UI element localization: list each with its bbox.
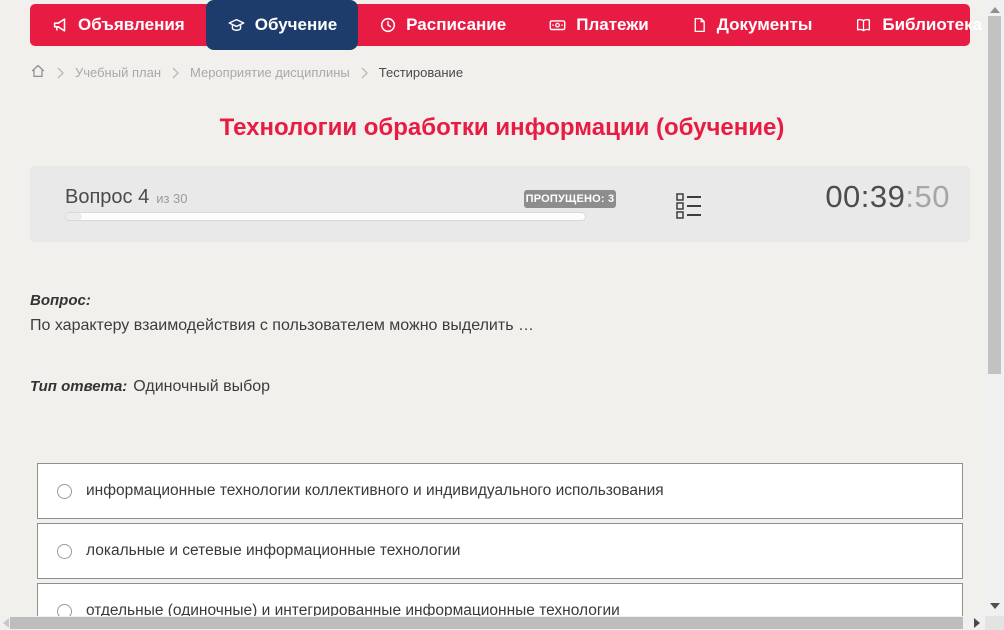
timer-seconds: :50 <box>905 179 950 214</box>
test-progress-bar <box>65 212 586 221</box>
question-label: Вопрос: <box>30 292 91 309</box>
answer-type-label: Тип ответа: <box>30 378 128 395</box>
breadcrumb-item-curriculum[interactable]: Учебный план <box>75 65 161 80</box>
answer-type-value: Одиночный выбор <box>133 378 271 395</box>
vertical-scrollbar-thumb[interactable] <box>988 16 1001 374</box>
breadcrumb-separator-icon <box>57 67 64 79</box>
timer: 00:39:50 <box>825 179 950 215</box>
radio-button[interactable] <box>57 543 72 559</box>
breadcrumb-separator-icon <box>361 67 368 79</box>
main-nav: Объявления Обучение Расписание Платежи Д… <box>30 0 1003 50</box>
breadcrumb-item-testing: Тестирование <box>378 65 464 80</box>
megaphone-icon <box>51 16 69 34</box>
scrollbar-corner <box>985 616 1004 630</box>
timer-minutes: 00:39 <box>825 179 906 214</box>
nav-items: Объявления Обучение Расписание Платежи Д… <box>30 0 1003 50</box>
question-header-panel: Вопрос 4 из 30 ПРОПУЩЕНО: 3 00:39:50 <box>30 166 970 242</box>
horizontal-scrollbar-thumb[interactable] <box>10 617 963 629</box>
answer-options: информационные технологии коллективного … <box>37 463 963 630</box>
vertical-scrollbar[interactable] <box>985 0 1004 616</box>
page-title: Технологии обработки информации (обучени… <box>219 114 785 141</box>
document-icon <box>691 16 708 34</box>
breadcrumb-item-discipline-event[interactable]: Мероприятие дисциплины <box>190 65 350 80</box>
question-counter: Вопрос 4 из 30 <box>65 186 188 209</box>
answer-type: Тип ответа: Одиночный выбор <box>30 378 270 396</box>
answer-option-2[interactable]: локальные и сетевые информационные техно… <box>37 523 963 579</box>
nav-item-payments[interactable]: Платежи <box>527 0 670 50</box>
banknote-icon <box>548 16 567 34</box>
skipped-badge: ПРОПУЩЕНО: 3 <box>524 190 616 208</box>
nav-item-schedule[interactable]: Расписание <box>358 0 527 50</box>
test-progress-fill <box>66 213 82 220</box>
open-book-icon <box>854 16 873 34</box>
question-list-icon[interactable] <box>676 191 702 225</box>
answer-option-label: информационные технологии коллективного … <box>86 482 664 499</box>
breadcrumb: Учебный план Мероприятие дисциплины Тест… <box>30 63 463 82</box>
nav-item-documents[interactable]: Документы <box>670 0 834 50</box>
question-number: Вопрос 4 <box>65 186 150 208</box>
scroll-left-arrow-icon[interactable] <box>3 618 9 628</box>
radio-button[interactable] <box>57 483 72 499</box>
scroll-right-arrow-icon[interactable] <box>974 618 980 628</box>
nav-item-label: Документы <box>716 15 813 34</box>
nav-item-label: Обучение <box>254 15 338 34</box>
nav-item-education[interactable]: Обучение <box>205 0 359 50</box>
scroll-up-arrow-icon[interactable] <box>990 7 1000 13</box>
clock-icon <box>379 16 397 34</box>
nav-item-announcements[interactable]: Объявления <box>30 0 206 50</box>
nav-item-label: Платежи <box>576 15 649 34</box>
question-total: из 30 <box>156 191 188 206</box>
graduation-cap-icon <box>227 16 246 34</box>
answer-option-label: локальные и сетевые информационные техно… <box>86 542 461 559</box>
breadcrumb-separator-icon <box>172 67 179 79</box>
nav-item-label: Объявления <box>78 15 185 34</box>
test-page: Объявления Обучение Расписание Платежи Д… <box>0 0 1004 630</box>
horizontal-scrollbar[interactable] <box>0 616 985 630</box>
home-icon[interactable] <box>30 63 46 82</box>
answer-option-1[interactable]: информационные технологии коллективного … <box>37 463 963 519</box>
question-text: По характеру взаимодействия с пользовате… <box>30 317 534 334</box>
nav-item-label: Расписание <box>406 15 507 34</box>
scroll-down-arrow-icon[interactable] <box>990 603 1000 609</box>
nav-item-library[interactable]: Библиотека <box>833 0 1004 50</box>
nav-item-label: Библиотека <box>882 15 983 34</box>
